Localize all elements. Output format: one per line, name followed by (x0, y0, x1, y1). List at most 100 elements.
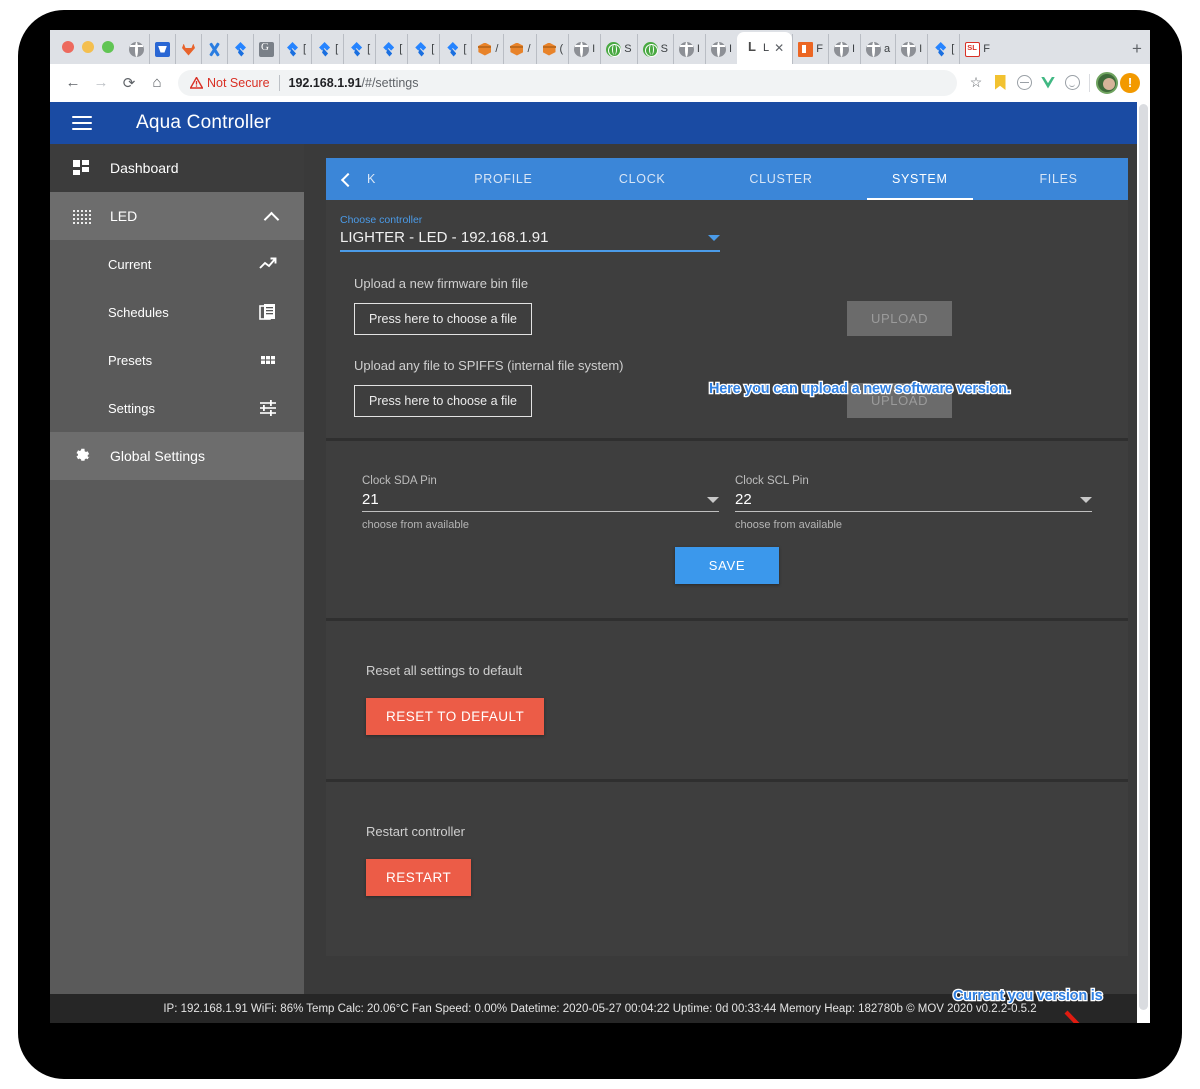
clock-scl-select[interactable]: 22 (735, 491, 1092, 512)
save-button[interactable]: SAVE (674, 547, 780, 584)
tab-system[interactable]: SYSTEM (850, 158, 989, 200)
back-button[interactable]: ← (60, 70, 86, 96)
dashboard-icon (72, 158, 92, 178)
vue-devtools-extension-icon[interactable] (1037, 72, 1059, 94)
trend-chart-icon (258, 254, 278, 274)
tab-cluster[interactable]: CLUSTER (712, 158, 851, 200)
address-bar[interactable]: Not Secure 192.168.1.91/#/settings (178, 69, 957, 96)
browser-tab-title: / (527, 43, 531, 55)
browser-tab[interactable] (149, 34, 175, 64)
browser-tab[interactable]: [ (407, 34, 439, 64)
hamburger-icon[interactable] (72, 116, 92, 130)
browser-tab[interactable]: ( (535, 34, 569, 64)
browser-tab-title: [ (431, 43, 435, 55)
browser-tab[interactable]: / (471, 34, 503, 64)
browser-tab[interactable] (175, 34, 201, 64)
browser-tab[interactable]: [ (343, 34, 375, 64)
firmware-upload-button[interactable]: UPLOAD (847, 301, 953, 336)
browser-tab[interactable]: a (860, 34, 895, 64)
sidebar-item-label: Presets (108, 352, 153, 368)
clock-scl-label: Clock SCL Pin (735, 475, 809, 487)
browser-tab[interactable]: I (704, 34, 737, 64)
profile-avatar[interactable] (1096, 71, 1118, 94)
browser-tab[interactable] (201, 34, 227, 64)
sl-icon (965, 41, 981, 57)
tab-files[interactable]: FILES (989, 158, 1128, 200)
jira-icon (933, 42, 948, 57)
clock-sda-select[interactable]: 21 (362, 491, 719, 512)
bookmark-star-icon[interactable]: ☆ (965, 72, 987, 94)
browser-tab[interactable]: [ (311, 34, 343, 64)
tab-back[interactable]: K (326, 158, 434, 200)
minimize-window-button[interactable] (82, 41, 94, 53)
bookmark-extension-icon[interactable] (989, 72, 1011, 94)
green-circle-icon (606, 41, 622, 57)
sidebar-item-led[interactable]: LED (50, 192, 304, 240)
forward-button[interactable]: → (88, 70, 114, 96)
gdocs-icon (259, 41, 274, 57)
browser-tab[interactable]: [ (375, 34, 407, 64)
page-scrollbar-thumb[interactable] (1139, 104, 1148, 1010)
browser-tab[interactable]: S (636, 34, 673, 64)
clock-sda-hint: choose from available (362, 519, 470, 531)
smiley-extension-icon[interactable] (1061, 72, 1083, 94)
jira-icon (233, 42, 248, 57)
app-body: Dashboard LED Current Schedules Presets … (50, 144, 1150, 994)
sidebar-item-settings[interactable]: Settings (50, 384, 304, 432)
browser-tab[interactable]: / (503, 34, 535, 64)
browser-tab[interactable] (124, 34, 149, 64)
omnibox-path: /#/settings (361, 75, 419, 90)
close-tab-icon[interactable]: ✕ (774, 41, 784, 55)
home-button[interactable]: ⌂ (144, 70, 170, 96)
browser-tab[interactable]: [ (927, 34, 959, 64)
clock-sda-value: 21 (362, 491, 379, 508)
tab-profile[interactable]: PROFILE (434, 158, 573, 200)
browser-tab[interactable]: S (600, 34, 636, 64)
browser-tabs[interactable]: [[[[[[//(ISSIIL✕FIaI[F (124, 30, 1124, 64)
globe-icon (833, 41, 849, 57)
omnibox-url: 192.168.1.91/#/settings (289, 76, 419, 90)
sidebar-item-current[interactable]: Current (50, 240, 304, 288)
spiffs-upload-button[interactable]: UPLOAD (847, 383, 953, 418)
browser-tab-active[interactable]: L✕ (737, 32, 793, 64)
firmware-choose-file-button[interactable]: Press here to choose a file (354, 302, 532, 335)
gear-icon (72, 446, 92, 466)
restart-button[interactable]: RESTART (366, 859, 472, 896)
browser-tab[interactable]: I (827, 34, 860, 64)
close-window-button[interactable] (62, 41, 74, 53)
tab-clock[interactable]: CLOCK (573, 158, 712, 200)
box-icon (477, 42, 492, 57)
browser-tab-title: [ (463, 43, 467, 55)
jira-icon (445, 42, 460, 57)
not-secure-indicator[interactable]: Not Secure (190, 76, 270, 90)
profile-warning-badge[interactable]: ! (1120, 72, 1140, 93)
browser-tab[interactable]: [ (279, 34, 311, 64)
browser-tab[interactable]: [ (439, 34, 471, 64)
controller-select[interactable]: LIGHTER - LED - 192.168.1.91 (340, 229, 720, 252)
browser-tab[interactable]: I (895, 34, 927, 64)
tab-label: FILES (1039, 172, 1078, 186)
warning-triangle-icon (190, 76, 203, 89)
reload-button[interactable]: ⟳ (116, 70, 142, 96)
zoom-window-button[interactable] (102, 41, 114, 53)
page-scrollbar[interactable] (1137, 102, 1150, 1023)
sidebar-item-schedules[interactable]: Schedules (50, 288, 304, 336)
browser-tab[interactable]: I (672, 34, 705, 64)
browser-tab[interactable]: F (959, 34, 995, 64)
browser-tab-title: [ (399, 43, 403, 55)
browser-tab[interactable] (227, 34, 253, 64)
sidebar-item-dashboard[interactable]: Dashboard (50, 144, 304, 192)
browser-tab[interactable]: F (792, 34, 828, 64)
browser-tab-title: I (919, 43, 923, 55)
browser-tab[interactable]: I (568, 34, 600, 64)
spiffs-choose-file-button[interactable]: Press here to choose a file (354, 384, 532, 417)
sidebar-item-global-settings[interactable]: Global Settings (50, 432, 304, 480)
new-tab-button[interactable]: + (1124, 34, 1150, 64)
browser-tab[interactable] (253, 34, 279, 64)
content-tab-bar[interactable]: K PROFILE CLOCK CLUSTER SYSTEM FILES (326, 158, 1128, 200)
window-traffic-lights[interactable] (56, 30, 124, 64)
gear-extension-icon[interactable] (1013, 72, 1035, 94)
reset-to-default-button[interactable]: RESET TO DEFAULT (366, 698, 545, 735)
main-content: K PROFILE CLOCK CLUSTER SYSTEM FILES Cho… (304, 144, 1150, 994)
sidebar-item-presets[interactable]: Presets (50, 336, 304, 384)
